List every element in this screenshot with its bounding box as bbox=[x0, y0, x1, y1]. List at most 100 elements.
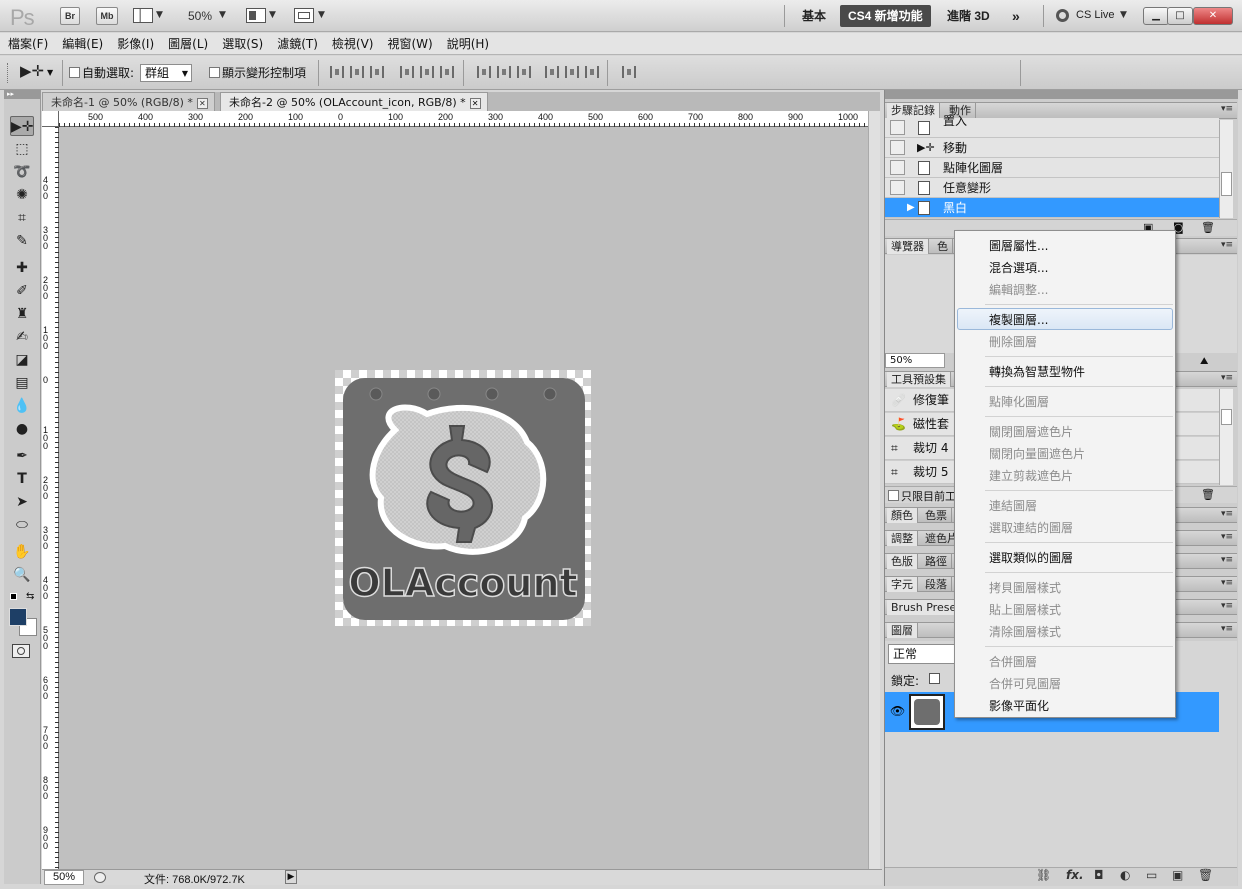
layer-mask-icon[interactable]: ◘ bbox=[1094, 868, 1104, 882]
trash-icon[interactable]: 🗑 bbox=[1201, 488, 1215, 501]
vertical-ruler[interactable]: 400 300 200 100 0 100 200 300 400 500 60… bbox=[42, 127, 59, 869]
canvas-vertical-scrollbar[interactable] bbox=[868, 111, 880, 869]
tool-presets-scrollbar[interactable] bbox=[1219, 389, 1233, 485]
move-tool-preset-icon[interactable]: ▶✛ bbox=[20, 62, 44, 80]
tab-adjustments[interactable]: 調整 bbox=[887, 531, 918, 546]
align-top-icon[interactable] bbox=[330, 66, 344, 78]
panel-dock-header[interactable] bbox=[885, 90, 1238, 99]
history-brush-tool-icon[interactable]: ✍ bbox=[10, 327, 34, 347]
tab-tool-presets[interactable]: 工具預設集 bbox=[887, 372, 951, 387]
menu-item-convert-smart-object[interactable]: 轉換為智慧型物件 bbox=[989, 363, 1085, 380]
document-canvas[interactable]: OLAccount bbox=[59, 127, 868, 869]
screen-mode-icon[interactable] bbox=[294, 8, 314, 23]
tab-history[interactable]: 步驟記錄 bbox=[887, 103, 940, 118]
move-tool-icon[interactable]: ▶✛ bbox=[10, 116, 34, 136]
history-item[interactable]: 任意變形 bbox=[885, 178, 1219, 198]
workspace-advanced-3d[interactable]: 進階 3D bbox=[939, 5, 998, 27]
status-info-icon[interactable] bbox=[94, 872, 106, 883]
close-tab-icon[interactable]: ✕ bbox=[196, 97, 208, 109]
screen-mode-dropdown-icon[interactable]: ▼ bbox=[318, 10, 325, 20]
auto-select-target-select[interactable]: 群組 ▼ bbox=[140, 64, 192, 82]
healing-brush-tool-icon[interactable]: ✚ bbox=[10, 258, 34, 278]
tab-navigator[interactable]: 導覽器 bbox=[887, 239, 929, 254]
zoom-dropdown-icon[interactable]: ▼ bbox=[219, 10, 226, 20]
tab-histogram[interactable]: 色 bbox=[933, 239, 953, 254]
menu-item-duplicate-layer[interactable]: 複製圖層... bbox=[989, 311, 1048, 328]
lock-transparent-icon[interactable] bbox=[929, 673, 940, 684]
maximize-button[interactable]: □ bbox=[1167, 7, 1193, 25]
align-vcenter-icon[interactable] bbox=[350, 66, 364, 78]
menu-item-blending-options[interactable]: 混合選項... bbox=[989, 259, 1048, 276]
brush-tool-icon[interactable]: ✐ bbox=[10, 281, 34, 301]
menu-help[interactable]: 說明(H) bbox=[439, 33, 495, 55]
menu-view[interactable]: 檢視(V) bbox=[324, 33, 380, 55]
close-button[interactable]: ✕ bbox=[1193, 7, 1233, 25]
panel-menu-icon[interactable]: ▾≡ bbox=[1221, 373, 1233, 383]
delete-layer-icon[interactable]: 🗑 bbox=[1198, 868, 1213, 882]
show-transform-checkbox[interactable] bbox=[209, 67, 220, 78]
distribute-left-icon[interactable] bbox=[545, 66, 559, 78]
tab-layers[interactable]: 圖層 bbox=[887, 623, 918, 638]
history-item-selected[interactable]: ▶ 黑白 bbox=[885, 198, 1219, 218]
distribute-bottom-icon[interactable] bbox=[517, 66, 531, 78]
layer-style-icon[interactable]: fx. bbox=[1066, 868, 1084, 882]
navigator-zoom-field[interactable]: 50% bbox=[885, 353, 945, 368]
extras-dropdown-icon[interactable]: ▼ bbox=[156, 10, 163, 20]
tab-paragraph[interactable]: 段落 bbox=[921, 577, 952, 592]
minimize-button[interactable]: ▁ bbox=[1143, 7, 1169, 25]
workspace-cs4-new[interactable]: CS4 新增功能 bbox=[840, 5, 931, 27]
tab-document-1[interactable]: 未命名-1 @ 50% (RGB/8) * ✕ bbox=[42, 92, 215, 111]
panel-menu-icon[interactable]: ▾≡ bbox=[1221, 240, 1233, 250]
default-colors-icon[interactable] bbox=[10, 593, 17, 600]
olaccount-icon-artwork[interactable]: OLAccount bbox=[335, 370, 591, 626]
panel-menu-icon[interactable]: ▾≡ bbox=[1221, 578, 1233, 588]
distribute-right-icon[interactable] bbox=[585, 66, 599, 78]
blur-tool-icon[interactable]: 💧 bbox=[10, 396, 34, 416]
adjustment-layer-icon[interactable]: ◐ bbox=[1120, 868, 1130, 882]
snapshot-checkbox[interactable] bbox=[890, 140, 905, 155]
marquee-tool-icon[interactable]: ⬚ bbox=[10, 139, 34, 159]
extras-icon[interactable] bbox=[133, 8, 153, 23]
snapshot-checkbox[interactable] bbox=[890, 160, 905, 175]
type-tool-icon[interactable]: T bbox=[10, 469, 34, 489]
history-item[interactable]: 點陣化圖層 bbox=[885, 158, 1219, 178]
pen-tool-icon[interactable]: ✒ bbox=[10, 446, 34, 466]
scroll-thumb[interactable] bbox=[1221, 409, 1232, 425]
status-menu-arrow-icon[interactable]: ▶ bbox=[285, 870, 297, 884]
bridge-button[interactable]: Br bbox=[60, 7, 80, 25]
snapshot-checkbox[interactable] bbox=[890, 200, 905, 215]
workspace-essentials[interactable]: 基本 bbox=[794, 5, 834, 27]
menu-image[interactable]: 影像(I) bbox=[109, 33, 160, 55]
tab-document-2[interactable]: 未命名-2 @ 50% (OLAccount_icon, RGB/8) * ✕ bbox=[220, 92, 488, 111]
scroll-thumb[interactable] bbox=[1221, 172, 1232, 196]
distribute-vcenter-icon[interactable] bbox=[497, 66, 511, 78]
quick-mask-icon[interactable] bbox=[12, 644, 30, 658]
new-layer-icon[interactable]: ▣ bbox=[1172, 868, 1183, 882]
tab-paths[interactable]: 路徑 bbox=[921, 554, 952, 569]
auto-select-checkbox[interactable] bbox=[69, 67, 80, 78]
distribute-top-icon[interactable] bbox=[477, 66, 491, 78]
cslive-button[interactable]: CS Live bbox=[1076, 9, 1115, 21]
zoom-tool-icon[interactable]: 🔍 bbox=[10, 565, 34, 585]
cslive-dropdown-icon[interactable]: ▼ bbox=[1120, 10, 1127, 20]
tab-channels[interactable]: 色版 bbox=[887, 554, 918, 569]
tab-color[interactable]: 顏色 bbox=[887, 508, 918, 523]
zoom-in-icon[interactable]: ⛰ bbox=[1200, 356, 1208, 367]
lasso-tool-icon[interactable]: ➰ bbox=[10, 162, 34, 182]
tab-character[interactable]: 字元 bbox=[887, 577, 918, 592]
quick-select-tool-icon[interactable]: ✺ bbox=[10, 185, 34, 205]
menu-item-select-similar-layers[interactable]: 選取類似的圖層 bbox=[989, 549, 1073, 566]
tab-swatches[interactable]: 色票 bbox=[921, 508, 952, 523]
menu-select[interactable]: 選取(S) bbox=[214, 33, 269, 55]
horizontal-ruler[interactable]: 500 400 300 200 100 0 100 200 300 400 50… bbox=[59, 111, 870, 127]
swap-colors-icon[interactable]: ⇆ bbox=[26, 591, 34, 602]
arrange-dropdown-icon[interactable]: ▼ bbox=[269, 10, 276, 20]
eyedropper-tool-icon[interactable]: ✎ bbox=[10, 231, 34, 251]
trash-icon[interactable]: 🗑 bbox=[1201, 221, 1215, 234]
zoom-level[interactable]: 50% bbox=[188, 9, 212, 23]
align-left-icon[interactable] bbox=[400, 66, 414, 78]
menu-window[interactable]: 視窗(W) bbox=[379, 33, 438, 55]
menu-filter[interactable]: 濾鏡(T) bbox=[269, 33, 324, 55]
path-select-tool-icon[interactable]: ➤ bbox=[10, 492, 34, 512]
history-item[interactable]: 置入 bbox=[885, 114, 1219, 138]
